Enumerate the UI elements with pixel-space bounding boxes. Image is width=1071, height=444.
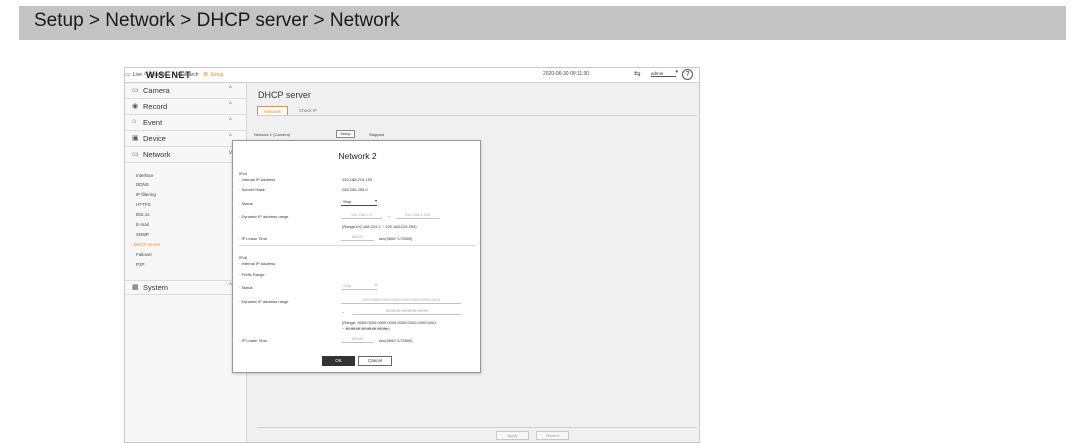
chevron-up-icon: ^ (229, 86, 232, 92)
nav-search[interactable]: ⌕ Search (144, 71, 165, 78)
ipv6-section-label: IPv6 (239, 255, 248, 260)
camera-icon: ▭ (132, 87, 139, 94)
bell-icon: ⌂ (132, 118, 137, 125)
nav-live[interactable]: ▭ Live (125, 71, 142, 79)
ipv6-range-start-input[interactable]: 0000:0000:0000:0000:0000:0000:0000:0001 (341, 297, 461, 304)
monitor-icon: ▭ (125, 72, 131, 78)
range-separator: ~ (342, 310, 345, 315)
ipv6-range-hint: ~ ffff:ffff:ffff:ffff:ffff:ffff:ffff:fff… (342, 326, 390, 331)
help-icon[interactable]: ? (682, 69, 693, 80)
network-row-status: Stopped (369, 132, 384, 137)
tab-divider (257, 115, 697, 116)
sidebar-sub-https[interactable]: HTTPS (136, 202, 151, 207)
ok-button[interactable]: OK (322, 356, 355, 366)
subnet-mask-label: · Subnet Mask (239, 187, 265, 192)
subnet-mask-value: 255.255.255.0 (342, 187, 368, 192)
sidebar-sub-email[interactable]: E-mail (136, 222, 149, 227)
ipv4-internal-ip-label: · Internal IP Address (239, 177, 276, 182)
ipv4-status-select[interactable]: Stop ▾ (341, 199, 377, 206)
apply-button[interactable]: Apply (496, 431, 529, 440)
ipv6-lease-label: · IP Lease Time (239, 338, 267, 343)
caret-down-icon: ▾ (374, 199, 377, 203)
nav-ai-search[interactable]: ⌕ AI search (172, 71, 199, 78)
content-title: DHCP server (258, 90, 311, 100)
gear-icon: ⚙ (203, 72, 209, 78)
footer-divider (257, 427, 697, 428)
sidebar-item-system[interactable]: ▦ System ^ (125, 280, 247, 295)
recent-button[interactable]: Recent (536, 431, 569, 440)
top-bar: WISENET ▭ Live ⌕ Search ⌕ AI search ⚙ Setup … (125, 68, 699, 83)
ipv4-lease-hint: sec(3600~172800) (379, 236, 413, 241)
sidebar: ▭ Camera ^ ◉ Record ^ ⌂ Event ^ ▣ Device… (125, 84, 247, 442)
sidebar-sub-dhcp-server[interactable]: › DHCP server (131, 242, 160, 247)
ipv6-status-label: · Status (239, 285, 253, 290)
user-switch-icon[interactable]: ⇆ (634, 69, 641, 78)
section-divider (239, 245, 476, 246)
range-separator: ~ (388, 214, 391, 219)
ipv6-range-label: · Dynamic IP address range (239, 299, 289, 304)
ipv4-status-label: · Status (239, 201, 253, 206)
sidebar-item-event[interactable]: ⌂ Event ^ (125, 116, 247, 131)
sidebar-sub-failover[interactable]: Failover (136, 252, 152, 257)
caret-down-icon: ▾ (675, 69, 678, 75)
ipv4-lease-input[interactable]: 86400 (341, 234, 374, 241)
prefix-range-label: · Prefix Range (239, 272, 265, 277)
page-title: Setup > Network > DHCP server > Network (34, 10, 400, 31)
ipv4-lease-label: · IP Lease Time (239, 236, 267, 241)
sidebar-sub-8021x[interactable]: 802.1x (136, 212, 150, 217)
ipv4-internal-ip-value: 192.168.219.193 (342, 177, 373, 182)
device-icon: ▣ (132, 135, 139, 142)
sidebar-sub-p2p[interactable]: P2P (136, 262, 145, 267)
search-icon: ⌕ (144, 71, 148, 77)
ipv6-range-hint: (Range: 0000:0000:0000:0000:0000:0000:00… (342, 320, 437, 325)
sidebar-sub-snmp[interactable]: SNMP (136, 232, 149, 237)
dialog-title: Network 2 (338, 151, 377, 161)
ipv6-lease-input[interactable]: 86400 (341, 336, 374, 343)
chevron-up-icon: ^ (229, 102, 232, 108)
ipv6-status-select[interactable]: Stop ▾ (341, 283, 377, 290)
caret-down-icon: ▾ (374, 283, 377, 287)
network-icon: ▭ (132, 151, 139, 158)
sidebar-sub-ip-filtering[interactable]: IP filtering (136, 192, 156, 197)
sidebar-sub-ddns[interactable]: DDNS (136, 182, 149, 187)
sidebar-item-device[interactable]: ▣ Device ^ (125, 132, 247, 147)
ipv6-internal-ip-label: · Internal IP Address (239, 261, 276, 266)
selected-arrow-icon: › (131, 242, 133, 247)
ipv6-range-end-input[interactable]: ffff:ffff:ffff:ffff:ffff:ffff:ffff:fffe (353, 308, 461, 315)
network-row-label: Network 1 (Camera) (254, 132, 291, 137)
ipv6-lease-hint: sec(3600~172800) (379, 338, 413, 343)
network-2-dialog: Network 2 IPv4 · Internal IP Address 192… (232, 140, 481, 373)
ipv4-range-end-input[interactable]: 192.168.2.254 (396, 212, 439, 219)
datetime: 2020-06-30 09:11:30 (543, 71, 590, 77)
page-header: Setup > Network > DHCP server > Network (19, 6, 1066, 40)
nav-setup[interactable]: ⚙ Setup (203, 71, 223, 79)
ipv4-range-label: · Dynamic IP address range (239, 214, 289, 219)
sidebar-item-network[interactable]: ▭ Network v (125, 148, 247, 163)
chevron-up-icon: ^ (229, 118, 232, 124)
ipv4-section-label: IPv4 (239, 171, 248, 176)
cancel-button[interactable]: Cancel (358, 356, 392, 366)
user-dropdown[interactable]: admin ▾ (651, 69, 678, 77)
ai-search-icon: ⌕ (172, 71, 176, 77)
ipv4-range-start-input[interactable]: 192.168.2.2 (341, 212, 382, 219)
sidebar-item-camera[interactable]: ▭ Camera ^ (125, 84, 247, 99)
network-1-setup-button[interactable]: Setup (336, 130, 355, 138)
ipv4-range-hint: (Range192.168.219.2 ~ 192.168.219.254) (342, 224, 417, 229)
record-icon: ◉ (132, 103, 139, 110)
sidebar-item-record[interactable]: ◉ Record ^ (125, 100, 247, 115)
system-icon: ▦ (132, 284, 139, 291)
sidebar-sub-interface[interactable]: Interface (136, 173, 154, 178)
